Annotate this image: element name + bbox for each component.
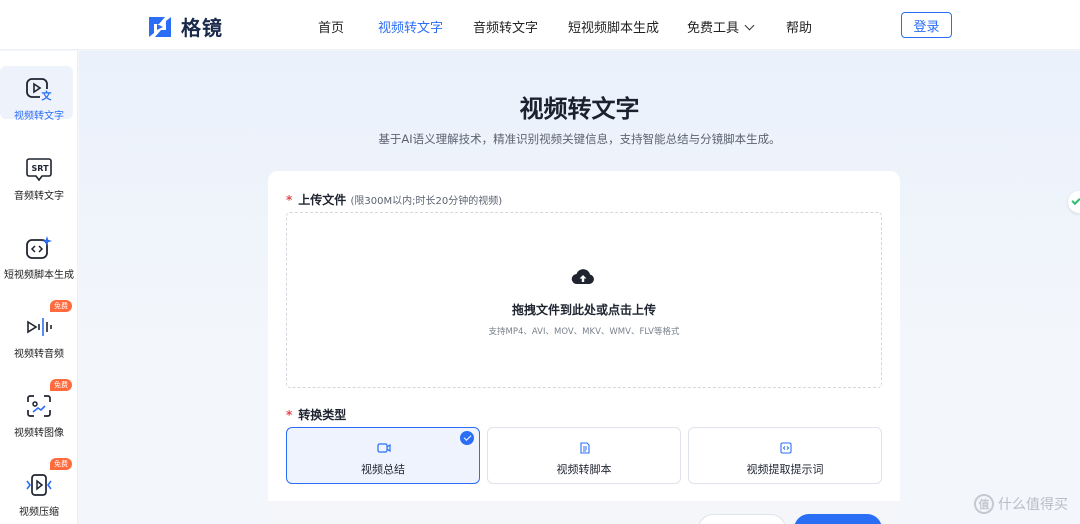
compress-icon <box>25 471 53 499</box>
sidebar-item-label: 短视频脚本生成 <box>4 270 74 281</box>
brand-name: 格镜 <box>181 16 223 40</box>
video-camera-icon <box>377 443 391 453</box>
svg-text:SRT: SRT <box>32 164 50 173</box>
brand-logo[interactable]: 格镜 <box>145 12 223 41</box>
sidebar-item-label: 视频转图像 <box>14 428 64 439</box>
sidebar-item-label: 音频转文字 <box>14 191 64 202</box>
watermark: 值 什么值得买 <box>974 494 1068 514</box>
free-badge: 免费 <box>50 300 72 312</box>
srt-icon: SRT <box>25 155 53 183</box>
conversion-label: 转换类型 <box>298 408 347 422</box>
free-badge: 免费 <box>50 379 72 391</box>
logo-icon <box>149 16 171 37</box>
option-label: 视频提取提示词 <box>746 463 824 476</box>
sidebar-item-audio-to-text[interactable]: SRT 音频转文字 <box>0 155 78 202</box>
watermark-text: 什么值得买 <box>998 497 1068 513</box>
video-text-icon: 文 <box>25 75 53 103</box>
login-button[interactable]: 登录 <box>901 12 952 38</box>
top-navbar: 格镜 首页 视频转文字 音频转文字 短视频脚本生成 免费工具 帮助 登录 <box>0 0 1080 50</box>
required-marker: * <box>286 408 293 422</box>
option-extract-prompt[interactable]: 视频提取提示词 <box>688 427 882 484</box>
option-label: 视频总结 <box>361 463 405 476</box>
option-label: 视频转脚本 <box>556 463 612 476</box>
svg-text:文: 文 <box>42 90 53 103</box>
main-content: 视频转文字 基于AI语义理解技术，精准识别视频关键信息，支持智能总结与分镜脚本生… <box>79 51 1080 524</box>
code-sparkle-icon <box>25 234 53 262</box>
upload-field-label: * 上传文件 (限300M以内;时长20分钟的视频) <box>286 191 502 208</box>
watermark-logo: 值 <box>974 494 994 514</box>
conversion-field-label: * 转换类型 <box>286 406 346 423</box>
nav-free-tools[interactable]: 免费工具 <box>687 17 755 36</box>
conversion-options: 视频总结 视频转脚本 视频提取提示词 <box>286 427 882 485</box>
image-scan-icon <box>25 392 53 420</box>
required-marker: * <box>286 193 293 207</box>
cloud-upload-icon <box>571 269 594 285</box>
tool-sidebar: 文 视频转文字 SRT 音频转文字 短视频脚本生成 免费 视频转音频 免费 视频… <box>0 51 78 524</box>
file-dropzone[interactable]: 拖拽文件到此处或点击上传 支持MP4、AVI、MOV、MKV、WMV、FLV等格… <box>286 212 882 388</box>
supported-formats: 支持MP4、AVI、MOV、MKV、WMV、FLV等格式 <box>488 327 680 337</box>
nav-home[interactable]: 首页 <box>318 17 344 36</box>
page-subtitle: 基于AI语义理解技术，精准识别视频关键信息，支持智能总结与分镜脚本生成。 <box>378 132 781 146</box>
secondary-button[interactable] <box>698 514 786 524</box>
sidebar-item-video-to-image[interactable]: 免费 视频转图像 <box>0 379 78 439</box>
free-badge: 免费 <box>50 458 72 470</box>
sidebar-item-script-generation[interactable]: 短视频脚本生成 <box>0 234 78 281</box>
nav-audio-to-text[interactable]: 音频转文字 <box>473 17 538 36</box>
checkmark-icon <box>460 431 474 445</box>
sidebar-item-video-to-audio[interactable]: 免费 视频转音频 <box>0 300 78 360</box>
nav-script-generation[interactable]: 短视频脚本生成 <box>568 17 659 36</box>
nav-free-tools-label: 免费工具 <box>687 21 740 36</box>
chevron-down-icon <box>744 20 755 31</box>
nav-video-to-text[interactable]: 视频转文字 <box>378 17 443 36</box>
option-video-to-script[interactable]: 视频转脚本 <box>487 427 681 484</box>
upload-card: * 上传文件 (限300M以内;时长20分钟的视频) 拖拽文件到此处或点击上传 支… <box>268 171 900 524</box>
upload-label: 上传文件 <box>298 193 347 207</box>
sidebar-item-video-to-text[interactable]: 文 视频转文字 <box>0 66 78 122</box>
side-float-tab[interactable] <box>1068 191 1080 213</box>
sidebar-item-video-compress[interactable]: 免费 视频压缩 <box>0 458 78 518</box>
option-video-summary[interactable]: 视频总结 <box>286 427 480 484</box>
sidebar-item-label: 视频转文字 <box>14 111 64 122</box>
nav-help[interactable]: 帮助 <box>786 17 812 36</box>
dropzone-text: 拖拽文件到此处或点击上传 <box>511 303 656 317</box>
audio-wave-icon <box>25 313 53 341</box>
code-box-icon <box>780 442 792 454</box>
sidebar-item-label: 视频转音频 <box>14 349 64 360</box>
page-title: 视频转文字 <box>519 95 640 123</box>
upload-limit-hint: (限300M以内;时长20分钟的视频) <box>350 196 503 207</box>
document-icon <box>580 442 590 454</box>
sidebar-item-label: 视频压缩 <box>19 507 59 518</box>
primary-button[interactable] <box>794 514 882 524</box>
